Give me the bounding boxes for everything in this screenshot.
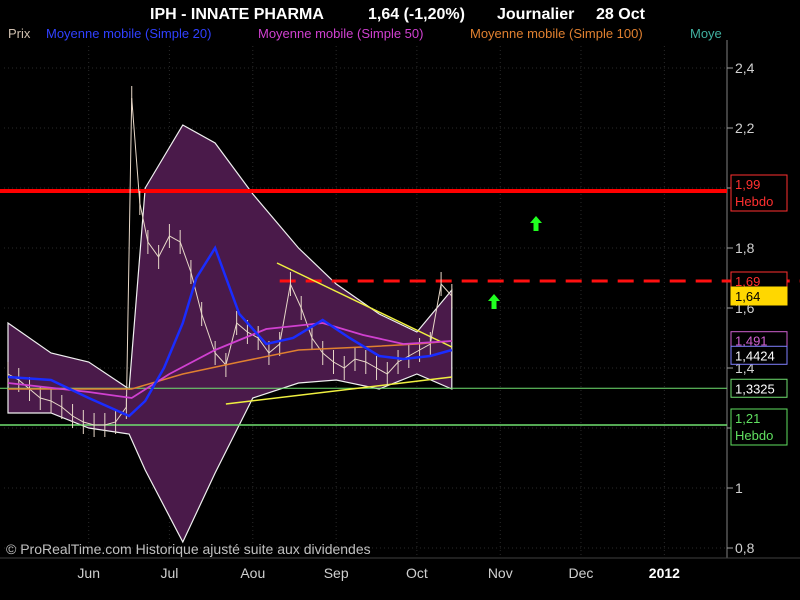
chart-period: Journalier xyxy=(497,6,574,23)
x-tick-label: Oct xyxy=(406,565,428,581)
y-tick-label: 1 xyxy=(735,480,743,496)
y-tick-label: 0,8 xyxy=(735,540,755,556)
legend-ma20: Moyenne mobile (Simple 20) xyxy=(46,26,211,41)
y-tick-label: 2,2 xyxy=(735,120,755,136)
price-level-value: 1,21 xyxy=(735,411,760,426)
legend-ma50: Moyenne mobile (Simple 50) xyxy=(258,26,423,41)
x-tick-label: Jun xyxy=(77,565,100,581)
chart-title: IPH - INNATE PHARMA xyxy=(150,6,324,23)
price-change: 1,64 (-1,20%) xyxy=(368,6,465,23)
price-level-value: 1,4424 xyxy=(735,348,775,363)
bollinger-band xyxy=(7,124,453,544)
up-arrow-icon xyxy=(530,216,542,231)
legend-price: Prix xyxy=(8,26,31,41)
price-level-value: 1,99 xyxy=(735,177,760,192)
chart-canvas[interactable]: IPH - INNATE PHARMA 1,64 (-1,20%) Journa… xyxy=(0,0,800,600)
watermark: © ProRealTime.com Historique ajusté suit… xyxy=(6,541,371,557)
up-arrow-icon xyxy=(488,294,500,309)
y-tick-label: 1,8 xyxy=(735,240,755,256)
plot-area: 2,42,221,81,61,41,210,8JunJulAouSepOctNo… xyxy=(0,40,800,581)
x-tick-label: Dec xyxy=(569,565,594,581)
chart-window: IPH - INNATE PHARMA 1,64 (-1,20%) Journa… xyxy=(0,0,800,600)
price-level-value: 1,3325 xyxy=(735,381,775,396)
price-level-sub: Hebdo xyxy=(735,194,773,209)
legend-ma-truncated: Moye xyxy=(690,26,722,41)
x-tick-label: Aou xyxy=(240,565,265,581)
x-tick-label: Nov xyxy=(488,565,513,581)
chart-date: 28 Oct xyxy=(596,6,646,23)
price-level-sub: Hebdo xyxy=(735,428,773,443)
y-tick-label: 2,4 xyxy=(735,60,755,76)
x-tick-label: 2012 xyxy=(649,565,680,581)
legend-ma100: Moyenne mobile (Simple 100) xyxy=(470,26,643,41)
x-tick-label: Jul xyxy=(160,565,178,581)
price-level-value: 1,64 xyxy=(735,289,760,304)
x-tick-label: Sep xyxy=(324,565,349,581)
